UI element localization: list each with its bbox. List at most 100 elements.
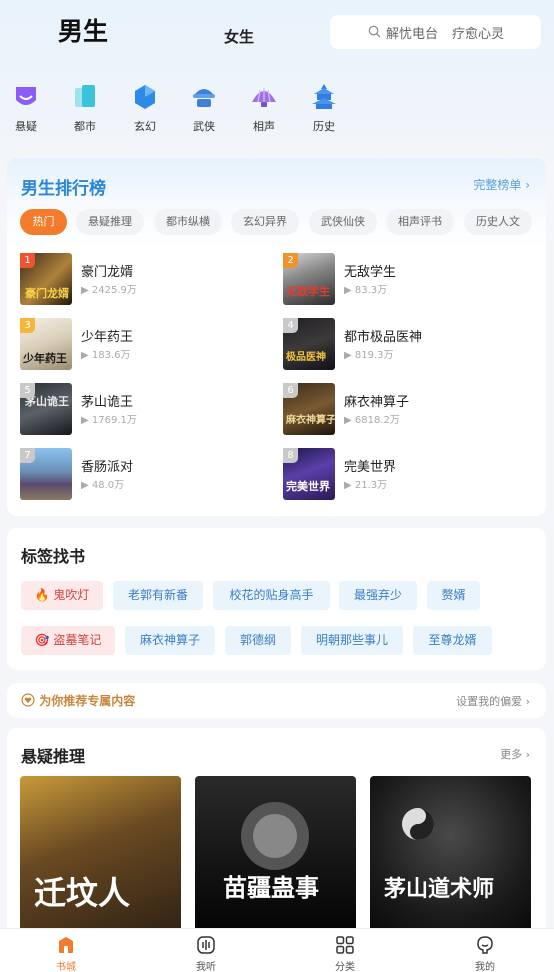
chip-hot[interactable]: 热门 [20, 209, 67, 235]
play-count: ▶ 21.3万 [344, 480, 388, 491]
tags-card: 标签找书 🔥 鬼吹灯 老郭有新番 校花的贴身高手 最强弃少 赘婿 🎯 盗墓笔记 … [7, 528, 546, 670]
target-icon: 🎯 [34, 633, 50, 647]
search-hint-secondary: 疗愈心灵 [452, 26, 505, 42]
category-label: 悬疑 [15, 120, 37, 133]
tag-item[interactable]: 老郭有新番 [113, 581, 203, 610]
suspense-book-cover[interactable]: 迁坟人 [20, 776, 181, 946]
category-grid-icon [336, 936, 354, 954]
category-item-wuxia[interactable]: 武侠 [179, 80, 229, 134]
rank-book-item[interactable]: 完美世界 8 完美世界 ▶ 21.3万 [283, 448, 503, 502]
full-ranking-link[interactable]: 完整榜单 › [473, 176, 530, 193]
tab-male[interactable]: 男生 [58, 12, 108, 48]
hexagon-gem-icon [135, 85, 155, 109]
preference-recommend: 为你推荐专属内容 [21, 692, 135, 709]
category-item-city[interactable]: 都市 [60, 80, 110, 134]
fire-icon: 🔥 [34, 588, 50, 602]
search-bar[interactable]: 解忧电台 疗愈心灵 [330, 15, 541, 49]
tag-item[interactable]: 麻衣神算子 [125, 626, 215, 655]
chip-fantasy[interactable]: 玄幻异界 [231, 209, 299, 235]
building-icon [75, 85, 95, 107]
rank-badge: 6 [283, 383, 298, 398]
bottom-tab-bar: 书城 我听 分类 我的 [0, 928, 554, 972]
play-count: ▶ 819.3万 [344, 350, 394, 361]
book-title: 茅山诡王 [81, 395, 134, 410]
category-label: 历史 [313, 120, 335, 133]
play-count: ▶ 2425.9万 [81, 285, 137, 296]
tab-listen[interactable]: 我听 [181, 933, 231, 972]
category-item-crosstalk[interactable]: 相声 [239, 80, 289, 134]
suspense-title: 悬疑推理 [21, 747, 86, 766]
rank-book-item[interactable]: 茅山诡王 5 茅山诡王 ▶ 1769.1万 [20, 383, 240, 437]
rank-book-item[interactable]: 少年药王 3 少年药王 ▶ 183.6万 [20, 318, 240, 372]
play-count: ▶ 1769.1万 [81, 415, 137, 426]
suspense-card: 悬疑推理 更多 › 迁坟人 苗疆蛊事 茅山道术师 [7, 728, 546, 946]
pagoda-icon [312, 84, 336, 109]
chip-suspense[interactable]: 悬疑推理 [76, 209, 144, 235]
tag-item[interactable]: 🎯 盗墓笔记 [21, 626, 115, 655]
svg-text:麻衣神算子: 麻衣神算子 [285, 413, 335, 426]
chip-wuxia[interactable]: 武侠仙侠 [309, 209, 377, 235]
chip-crosstalk[interactable]: 相声评书 [386, 209, 454, 235]
ghost-badge-icon [16, 87, 36, 105]
category-label: 都市 [74, 120, 96, 133]
chevron-right-icon: › [522, 748, 530, 761]
rank-badge: 2 [283, 253, 298, 268]
suspense-book-cover[interactable]: 茅山道术师 [370, 776, 531, 946]
book-title: 都市极品医神 [344, 330, 423, 345]
chip-history[interactable]: 历史人文 [464, 209, 532, 235]
rank-book-item[interactable]: 麻衣神算子 6 麻衣神算子 ▶ 6818.2万 [283, 383, 503, 437]
svg-text:完美世界: 完美世界 [286, 479, 330, 493]
tag-item[interactable]: 校花的贴身高手 [213, 581, 330, 610]
rank-book-item[interactable]: 极品医神 4 都市极品医神 ▶ 819.3万 [283, 318, 503, 372]
book-title: 麻衣神算子 [344, 395, 410, 410]
ranking-title: 男生排行榜 [21, 179, 106, 199]
category-label: 玄幻 [134, 120, 156, 133]
category-item-fantasy[interactable]: 玄幻 [120, 80, 170, 134]
rank-badge: 3 [20, 318, 35, 333]
profile-icon [477, 936, 493, 954]
tag-item[interactable]: 最强弃少 [339, 581, 417, 610]
category-row: 悬疑 都市 玄幻 武侠 相声 历史 [0, 80, 554, 140]
svg-text:极品医神: 极品医神 [286, 350, 326, 363]
svg-text:少年药王: 少年药王 [22, 351, 67, 365]
tag-item[interactable]: 明朝那些事儿 [301, 626, 403, 655]
svg-text:豪门龙婿: 豪门龙婿 [25, 286, 70, 300]
rank-book-item[interactable]: 无敌学生 2 无敌学生 ▶ 83.3万 [283, 253, 503, 307]
tab-bookstore[interactable]: 书城 [41, 933, 91, 972]
set-preference-link[interactable]: 设置我的偏爱 › [456, 693, 530, 709]
rank-badge: 5 [20, 383, 35, 398]
book-title: 香肠派对 [81, 460, 134, 475]
tab-profile[interactable]: 我的 [460, 933, 510, 972]
category-item-history[interactable]: 历史 [299, 80, 349, 134]
suspense-more-link[interactable]: 更多 › [500, 746, 530, 762]
tab-female[interactable]: 女生 [224, 26, 254, 47]
search-icon [368, 25, 381, 38]
tags-title: 标签找书 [21, 547, 86, 566]
svg-text:无敌学生: 无敌学生 [285, 284, 330, 298]
bookstore-icon [59, 937, 73, 953]
tag-item[interactable]: 赘婿 [427, 581, 480, 610]
category-item-suspense[interactable]: 悬疑 [1, 80, 51, 134]
chevron-right-icon: › [522, 695, 530, 708]
preference-strip[interactable]: 为你推荐专属内容 设置我的偏爱 › [7, 683, 546, 718]
chevron-right-icon: › [525, 178, 530, 192]
tag-item[interactable]: 郭德纲 [225, 626, 291, 655]
book-title: 无敌学生 [344, 265, 397, 280]
rank-badge: 8 [283, 448, 298, 463]
listen-icon [197, 936, 215, 954]
play-count: ▶ 6818.2万 [344, 415, 400, 426]
rank-badge: 4 [283, 318, 298, 333]
book-title: 少年药王 [81, 330, 134, 345]
header: 男生 女生 解忧电台 疗愈心灵 [0, 0, 554, 60]
rank-book-item[interactable]: 豪门龙婿 1 豪门龙婿 ▶ 2425.9万 [20, 253, 240, 307]
play-count: ▶ 48.0万 [81, 480, 125, 491]
svg-text:苗疆蛊事: 苗疆蛊事 [223, 873, 319, 902]
tag-item[interactable]: 🔥 鬼吹灯 [21, 581, 103, 610]
tag-item[interactable]: 至尊龙婿 [413, 626, 492, 655]
suspense-book-cover[interactable]: 苗疆蛊事 [195, 776, 356, 946]
tab-category[interactable]: 分类 [320, 933, 370, 972]
ranking-card: 男生排行榜 完整榜单 › 热门 悬疑推理 都市纵横 玄幻异界 武侠仙侠 相声评书… [7, 158, 546, 516]
play-count: ▶ 183.6万 [81, 350, 131, 361]
rank-book-item[interactable]: 7 香肠派对 ▶ 48.0万 [20, 448, 240, 502]
chip-city[interactable]: 都市纵横 [154, 209, 222, 235]
